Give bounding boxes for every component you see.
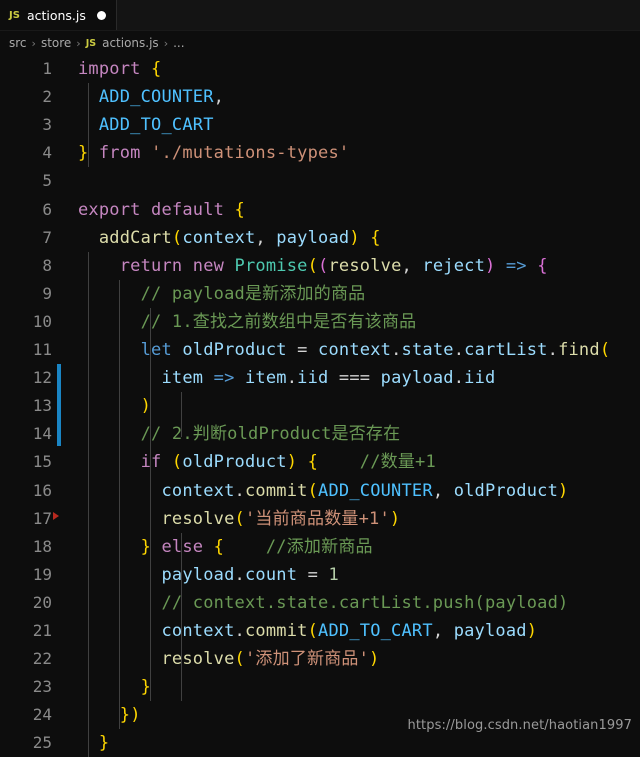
editor-tab-actions-js[interactable]: JS actions.js (0, 0, 117, 30)
line-number: 8 (42, 255, 52, 275)
code-line[interactable]: 17 resolve('当前商品数量+1') (0, 505, 640, 533)
breadcrumb-item-store[interactable]: store (41, 36, 71, 50)
code-line[interactable]: 15 if (oldProduct) { //数量+1 (0, 448, 640, 476)
breadcrumb: src › store › JS actions.js › ... (0, 31, 640, 55)
code-line[interactable]: 20 // context.state.cartList.push(payloa… (0, 589, 640, 617)
watermark-text: https://blog.csdn.net/haotian1997 (407, 718, 632, 733)
code-line[interactable]: 22 resolve('添加了新商品') (0, 645, 640, 673)
line-number: 21 (32, 621, 52, 640)
code-line[interactable]: 2 ADD_COUNTER, (0, 83, 640, 111)
code-line-text[interactable]: } from './mutations-types' (78, 139, 349, 167)
line-number: 5 (42, 171, 52, 191)
code-line-text[interactable]: }) (78, 701, 141, 729)
code-line[interactable]: 4 } from './mutations-types' (0, 139, 640, 167)
code-line-text[interactable]: // 1.查找之前数组中是否有该商品 (78, 308, 417, 336)
code-line-text[interactable]: } (78, 673, 151, 701)
code-line[interactable]: 11 let oldProduct = context.state.cartLi… (0, 336, 640, 364)
line-number: 9 (42, 283, 52, 303)
breadcrumb-item-symbol[interactable]: ... (173, 36, 184, 50)
js-file-icon: JS (85, 37, 97, 49)
line-number: 2 (42, 87, 52, 107)
code-line-text[interactable]: addCart(context, payload) { (78, 224, 381, 252)
code-line-text[interactable]: item => item.iid === payload.iid (78, 364, 495, 392)
line-number: 23 (32, 677, 52, 697)
code-line[interactable]: 6 export default { (0, 196, 640, 224)
code-line-text[interactable]: // context.state.cartList.push(payload) (78, 589, 568, 617)
code-line-text[interactable]: let oldProduct = context.state.cartList.… (78, 336, 610, 364)
chevron-right-icon: › (163, 36, 169, 50)
line-number: 11 (32, 340, 52, 359)
line-number: 22 (32, 649, 52, 669)
code-line[interactable]: 14 // 2.判断oldProduct是否存在 (0, 420, 640, 448)
code-line-text[interactable]: import { (78, 55, 161, 83)
code-line-text[interactable]: context.commit(ADD_COUNTER, oldProduct) (78, 477, 568, 505)
breadcrumb-item-file[interactable]: actions.js (102, 36, 159, 50)
code-line[interactable]: 21 context.commit(ADD_TO_CART, payload) (0, 617, 640, 645)
line-number: 10 (32, 311, 52, 331)
code-line[interactable]: 1 import { (0, 55, 640, 83)
unsaved-changes-dot-icon[interactable] (96, 10, 106, 20)
code-line[interactable]: 10 // 1.查找之前数组中是否有该商品 (0, 308, 640, 336)
js-file-icon: JS (9, 9, 20, 21)
line-number: 1 (42, 59, 52, 78)
code-line[interactable]: 23 } (0, 673, 640, 701)
editor-tab-label: actions.js (26, 7, 86, 23)
chevron-right-icon: › (31, 36, 36, 50)
code-line[interactable]: 13 ) (0, 392, 640, 420)
line-number: 14 (32, 424, 52, 444)
line-number: 6 (42, 199, 52, 219)
code-line[interactable]: 25 } (0, 729, 640, 757)
code-line-text[interactable]: } else { //添加新商品 (78, 533, 373, 561)
line-number: 18 (32, 536, 52, 556)
line-number: 24 (32, 705, 52, 725)
line-number: 15 (32, 452, 52, 472)
code-line[interactable]: 19 payload.count = 1 (0, 561, 640, 589)
line-number: 20 (32, 592, 52, 612)
code-line-text[interactable]: resolve('当前商品数量+1') (78, 505, 400, 533)
line-number: 3 (42, 115, 52, 135)
code-line[interactable]: 7 addCart(context, payload) { (0, 224, 640, 252)
line-number: 4 (42, 143, 52, 163)
code-line[interactable]: 12 item => item.iid === payload.iid (0, 364, 640, 392)
code-line-text[interactable]: return new Promise((resolve, reject) => … (78, 252, 548, 280)
line-number: 16 (32, 480, 52, 500)
code-editor[interactable]: 1 import {2 ADD_COUNTER, 3 ADD_TO_CART 4} f… (0, 55, 640, 757)
code-line[interactable]: 5 (0, 167, 640, 195)
code-line-text[interactable]: } (78, 729, 109, 757)
line-number: 12 (32, 368, 52, 388)
code-line-text[interactable]: ADD_COUNTER, (78, 83, 224, 111)
code-line[interactable]: 16 context.commit(ADD_COUNTER, oldProduc… (0, 477, 640, 505)
code-line-text[interactable]: ADD_TO_CART (78, 111, 214, 139)
line-number: 13 (32, 396, 52, 416)
code-line-text[interactable]: resolve('添加了新商品') (78, 645, 379, 673)
line-number: 19 (32, 564, 52, 584)
code-line-text[interactable]: payload.count = 1 (78, 561, 339, 589)
code-line[interactable]: 9 // payload是新添加的商品 (0, 280, 640, 308)
line-number: 17 (32, 508, 52, 528)
code-line-text[interactable]: if (oldProduct) { //数量+1 (78, 448, 436, 476)
code-line-text[interactable]: context.commit(ADD_TO_CART, payload) (78, 617, 537, 645)
code-line[interactable]: 3 ADD_TO_CART (0, 111, 640, 139)
breadcrumb-item-src[interactable]: src (9, 36, 27, 50)
tab-bar-empty-area (116, 0, 640, 30)
chevron-right-icon: › (76, 36, 81, 50)
editor-tab-bar: JS actions.js (0, 0, 640, 31)
code-line[interactable]: 18 } else { //添加新商品 (0, 533, 640, 561)
line-number: 25 (32, 733, 52, 753)
line-number: 7 (42, 227, 52, 247)
code-line[interactable]: 8 return new Promise((resolve, reject) =… (0, 252, 640, 280)
code-line-text[interactable]: // 2.判断oldProduct是否存在 (78, 420, 401, 448)
code-line-text[interactable]: export default { (78, 196, 245, 224)
code-line-text[interactable]: // payload是新添加的商品 (78, 280, 366, 308)
code-line-text[interactable]: ) (78, 392, 151, 420)
